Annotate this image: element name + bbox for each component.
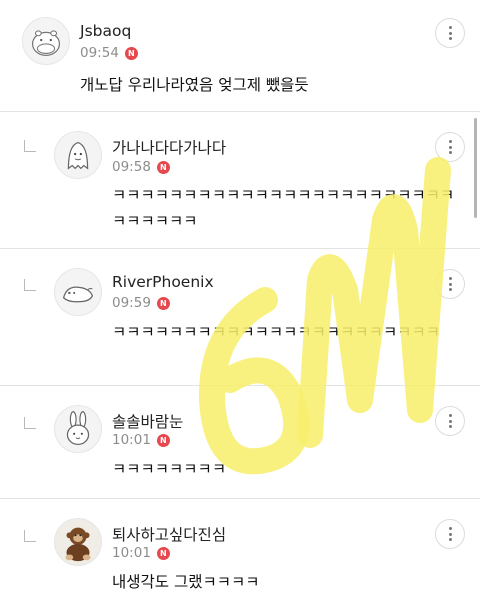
comment-author[interactable]: 가나나다다가나다	[112, 136, 226, 158]
more-options-button[interactable]	[435, 269, 465, 299]
comment-time: 09:54	[80, 45, 119, 61]
reply-indent-icon	[24, 279, 36, 291]
rabbit-icon	[66, 411, 90, 445]
comment-author[interactable]: Jsbaoq	[80, 22, 131, 40]
new-badge: N	[156, 296, 170, 310]
reply-item: 솔솔바람눈 10:01 N ㅋㅋㅋㅋㅋㅋㅋㅋ	[0, 386, 480, 498]
new-badge: N	[156, 160, 170, 174]
new-badge: N	[156, 546, 170, 560]
more-vertical-icon	[448, 276, 452, 280]
more-vertical-icon	[448, 139, 452, 143]
more-options-button[interactable]	[435, 406, 465, 436]
comment-meta: 09:54 N	[80, 45, 138, 61]
reply-indent-icon	[24, 417, 36, 429]
reply-indent-icon	[24, 530, 36, 542]
user-avatar[interactable]	[54, 131, 102, 179]
comment-text: ㅋㅋㅋㅋㅋㅋㅋㅋ	[112, 460, 227, 478]
hippo-icon	[31, 30, 61, 56]
comment-meta: 09:59 N	[112, 295, 170, 311]
comment-author[interactable]: RiverPhoenix	[112, 273, 214, 291]
new-badge: N	[156, 433, 170, 447]
reply-indent-icon	[24, 140, 36, 152]
comment-item: Jsbaoq 09:54 N 개노답 우리나라였음 엊그제 뺐을듯	[0, 0, 480, 110]
reply-item: RiverPhoenix 09:59 N ㅋㅋㅋㅋㅋㅋㅋㅋㅋㅋㅋㅋㅋㅋㅋㅋㅋㅋㅋ…	[0, 249, 480, 385]
comment-meta: 10:01 N	[112, 545, 170, 561]
comment-author[interactable]: 퇴사하고싶다진심	[112, 523, 226, 545]
comment-author[interactable]: 솔솔바람눈	[112, 410, 183, 432]
user-avatar[interactable]	[54, 405, 102, 453]
more-options-button[interactable]	[435, 132, 465, 162]
comment-time: 10:01	[112, 432, 151, 448]
monkey-plush-icon	[65, 527, 91, 562]
comment-time: 10:01	[112, 545, 151, 561]
ghost-icon	[67, 141, 89, 170]
seal-icon	[62, 286, 94, 303]
more-vertical-icon	[448, 413, 452, 417]
comment-text: ㅋㅋㅋㅋㅋㅋㅋㅋㅋㅋㅋㅋㅋㅋㅋㅋㅋㅋㅋㅋㅋㅋㅋ	[112, 323, 440, 341]
more-vertical-icon	[448, 526, 452, 530]
user-avatar[interactable]	[22, 17, 70, 65]
reply-item: 퇴사하고싶다진심 10:01 N 내생각도 그랬ㅋㅋㅋㅋ	[0, 499, 480, 612]
comment-time: 09:59	[112, 295, 151, 311]
user-avatar[interactable]	[54, 518, 102, 566]
comment-meta: 09:58 N	[112, 159, 170, 175]
scrollbar[interactable]	[474, 118, 477, 218]
comment-text: ㅋㅋㅋㅋㅋㅋㅋㅋㅋㅋㅋㅋㅋㅋㅋㅋㅋㅋㅋㅋㅋㅋㅋㅋㅋㅋㅋㅋㅋㅋ	[112, 186, 455, 230]
more-options-button[interactable]	[435, 519, 465, 549]
comment-text: 개노답 우리나라였음 엊그제 뺐을듯	[80, 76, 309, 94]
reply-item: 가나나다다가나다 09:58 N ㅋㅋㅋㅋㅋㅋㅋㅋㅋㅋㅋㅋㅋㅋㅋㅋㅋㅋㅋㅋㅋㅋㅋ…	[0, 112, 480, 248]
comment-meta: 10:01 N	[112, 432, 170, 448]
comment-time: 09:58	[112, 159, 151, 175]
comment-text: 내생각도 그랬ㅋㅋㅋㅋ	[112, 573, 260, 591]
user-avatar[interactable]	[54, 268, 102, 316]
more-options-button[interactable]	[435, 18, 465, 48]
more-vertical-icon	[448, 25, 452, 29]
new-badge: N	[124, 46, 138, 60]
